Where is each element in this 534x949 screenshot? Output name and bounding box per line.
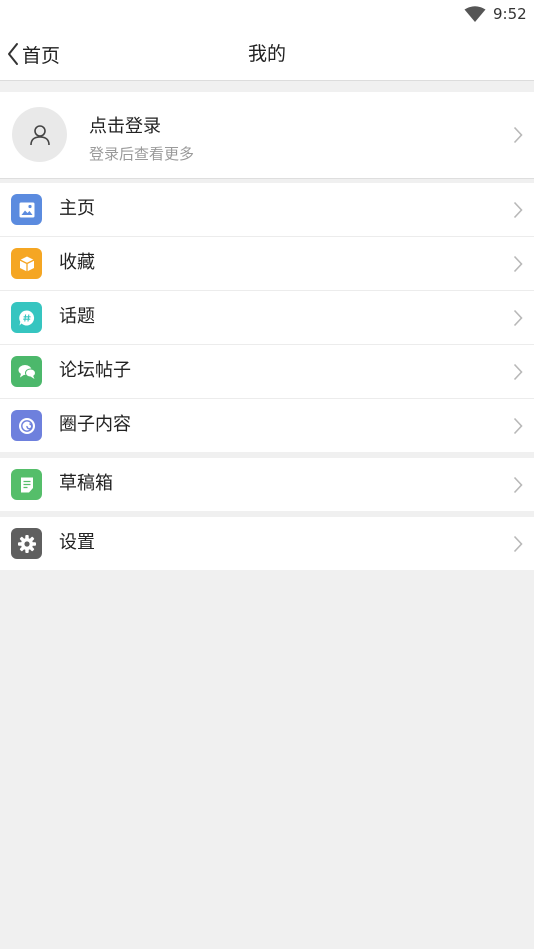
login-card[interactable]: 点击登录 登录后查看更多: [0, 92, 534, 179]
menu-item-favorites[interactable]: 收藏: [0, 237, 534, 291]
menu-label: 论坛帖子: [59, 360, 131, 381]
menu-label: 话题: [59, 306, 95, 327]
menu-group-main: 主页 收藏 话题 论坛帖子 圈子内容: [0, 183, 534, 452]
image-icon: [11, 194, 42, 225]
chevron-right-icon: [513, 201, 523, 219]
chat-icon: [11, 356, 42, 387]
page-title: 我的: [247, 43, 286, 65]
menu-label: 设置: [59, 532, 95, 553]
menu-item-settings[interactable]: 设置: [0, 517, 534, 570]
chevron-right-icon: [513, 126, 523, 144]
nav-bar: 首页 我的: [0, 28, 534, 80]
status-bar: 9:52: [0, 0, 534, 28]
circle-icon: [11, 410, 42, 441]
status-time: 9:52: [493, 5, 527, 23]
login-title: 点击登录: [89, 116, 161, 137]
nav-divider: [0, 80, 534, 81]
avatar[interactable]: [12, 107, 67, 162]
menu-item-topics[interactable]: 话题: [0, 291, 534, 345]
chevron-right-icon: [513, 476, 523, 494]
gear-icon: [11, 528, 42, 559]
menu-group-settings: 设置: [0, 517, 534, 570]
chevron-right-icon: [513, 255, 523, 273]
menu-label: 草稿箱: [59, 473, 113, 494]
menu-item-circle-content[interactable]: 圈子内容: [0, 399, 534, 452]
box-icon: [11, 248, 42, 279]
menu-item-forum-posts[interactable]: 论坛帖子: [0, 345, 534, 399]
note-icon: [11, 469, 42, 500]
menu-item-home[interactable]: 主页: [0, 183, 534, 237]
chevron-right-icon: [513, 363, 523, 381]
chevron-right-icon: [513, 417, 523, 435]
wifi-icon: [464, 6, 486, 22]
menu-item-drafts[interactable]: 草稿箱: [0, 458, 534, 511]
menu-label: 圈子内容: [59, 414, 131, 435]
chevron-right-icon: [513, 309, 523, 327]
menu-label: 主页: [59, 198, 95, 219]
menu-label: 收藏: [59, 252, 95, 273]
hashtag-icon: [11, 302, 42, 333]
menu-group-drafts: 草稿箱: [0, 458, 534, 511]
user-icon: [29, 124, 50, 145]
chevron-right-icon: [513, 535, 523, 553]
login-subtitle: 登录后查看更多: [89, 145, 195, 163]
